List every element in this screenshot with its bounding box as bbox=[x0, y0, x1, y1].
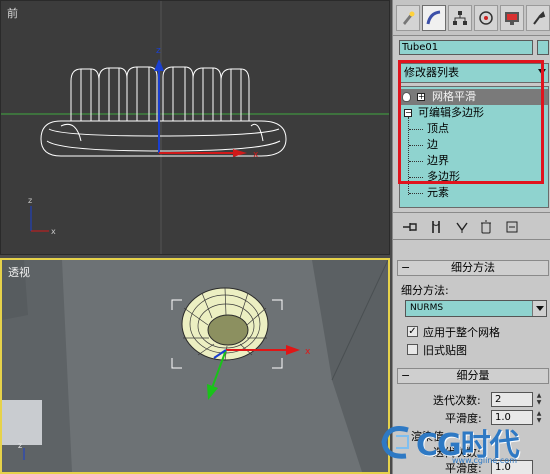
gizmo-z-arrow[interactable] bbox=[154, 59, 164, 71]
collapse-minus-icon: − bbox=[401, 369, 411, 382]
persp-gizmo-y-arrow[interactable] bbox=[207, 384, 218, 400]
create-icon[interactable] bbox=[396, 5, 420, 31]
configure-modifier-sets-icon[interactable] bbox=[503, 219, 521, 235]
utilities-icon[interactable] bbox=[526, 5, 550, 31]
persp-gizmo-x-arrow[interactable] bbox=[286, 345, 300, 355]
make-unique-icon[interactable] bbox=[453, 219, 471, 235]
stack-item-mesh-smooth[interactable]: + 网格平滑 bbox=[400, 89, 548, 105]
front-viewport-canvas: x z z x bbox=[1, 1, 389, 254]
front-axis-tripod: z x bbox=[28, 196, 56, 236]
svg-text:z: z bbox=[18, 441, 22, 450]
render-smoothness-spinner[interactable]: 1.0 bbox=[491, 460, 533, 474]
command-panel: Tube01 修改器列表 + 网格平滑 − 可编辑多边形 顶点 边 边界 多边形… bbox=[392, 0, 550, 474]
object-name-field[interactable]: Tube01 bbox=[399, 40, 533, 55]
sub-object-label: 多边形 bbox=[427, 170, 460, 183]
modifier-list-label: 修改器列表 bbox=[404, 66, 459, 79]
stack-toolbar bbox=[393, 212, 550, 240]
method-label: 细分方法: bbox=[401, 284, 449, 297]
front-viewport-label[interactable]: 前 bbox=[7, 5, 18, 21]
collapse-minus-icon: − bbox=[401, 261, 411, 274]
display-icon[interactable] bbox=[500, 5, 524, 31]
subdivision-method-rollout: − 细分方法 细分方法: NURMS ✓ 应用于整个网格 旧式贴图 bbox=[397, 260, 549, 370]
iterations-label: 迭代次数: bbox=[433, 394, 481, 407]
perspective-viewport-canvas: x z bbox=[2, 260, 388, 472]
sub-object-polygon[interactable]: 多边形 bbox=[400, 169, 548, 185]
smoothness-spinner[interactable]: 1.0 bbox=[491, 410, 533, 425]
apply-whole-mesh-label: 应用于整个网格 bbox=[423, 326, 500, 339]
perspective-viewport[interactable]: x z 透视 bbox=[0, 258, 390, 474]
perspective-viewport-label[interactable]: 透视 bbox=[8, 264, 30, 280]
sub-object-element[interactable]: 元素 bbox=[400, 185, 548, 201]
apply-whole-mesh-checkbox[interactable]: ✓ bbox=[407, 326, 418, 337]
sub-object-label: 边界 bbox=[427, 154, 449, 167]
iterations-spinner[interactable]: 2 bbox=[491, 392, 533, 407]
sub-object-border[interactable]: 边界 bbox=[400, 153, 548, 169]
object-color-swatch[interactable] bbox=[537, 40, 549, 55]
render-values-label: 渲染值 bbox=[411, 430, 444, 443]
collapse-minus-icon[interactable]: − bbox=[404, 109, 412, 117]
render-iterations-label: 迭代次数: bbox=[433, 446, 481, 459]
rollout-header[interactable]: − 细分量 bbox=[397, 368, 549, 384]
svg-text:x: x bbox=[253, 150, 259, 160]
stack-item-label: 可编辑多边形 bbox=[418, 106, 484, 119]
front-viewport[interactable]: x z z x 前 bbox=[0, 0, 390, 255]
sub-object-label: 顶点 bbox=[427, 122, 449, 135]
sub-object-vertex[interactable]: 顶点 bbox=[400, 121, 548, 137]
subdivision-method-select[interactable]: NURMS bbox=[405, 300, 547, 317]
stack-item-editable-poly[interactable]: − 可编辑多边形 bbox=[400, 105, 548, 121]
chevron-down-icon bbox=[532, 301, 546, 316]
spinner-arrows-icon[interactable]: ▲ ▼ bbox=[535, 410, 543, 425]
floor-patch bbox=[2, 400, 42, 445]
spinner-arrows-icon[interactable]: ▲ ▼ bbox=[535, 392, 543, 407]
svg-text:z: z bbox=[28, 196, 32, 205]
svg-text:x: x bbox=[305, 347, 311, 357]
old-style-mapping-label: 旧式贴图 bbox=[423, 344, 467, 357]
modifier-list-dropdown[interactable]: 修改器列表 bbox=[399, 63, 549, 83]
tube-wireframe-front bbox=[40, 66, 287, 157]
stack-item-label: 网格平滑 bbox=[432, 90, 476, 103]
subdivision-amount-rollout: − 细分量 迭代次数: 2 ▲ ▼ 平滑度: 1.0 ▲ ▼ 渲染值 迭代次数: 平… bbox=[397, 368, 549, 474]
old-style-mapping-checkbox[interactable] bbox=[407, 344, 418, 355]
rollout-header[interactable]: − 细分方法 bbox=[397, 260, 549, 276]
motion-icon[interactable] bbox=[474, 5, 498, 31]
remove-modifier-icon[interactable] bbox=[477, 219, 495, 235]
rollout-title: 细分方法 bbox=[451, 261, 495, 274]
expand-plus-icon[interactable]: + bbox=[417, 93, 425, 101]
modifier-stack[interactable]: + 网格平滑 − 可编辑多边形 顶点 边 边界 多边形 元素 bbox=[399, 86, 549, 208]
lightbulb-icon[interactable] bbox=[402, 92, 411, 102]
render-smoothness-label: 平滑度: bbox=[445, 462, 482, 474]
sub-object-label: 边 bbox=[427, 138, 438, 151]
pin-stack-icon[interactable] bbox=[401, 219, 419, 235]
show-end-result-icon[interactable] bbox=[427, 219, 445, 235]
svg-text:x: x bbox=[51, 227, 56, 236]
command-panel-tabs bbox=[393, 0, 550, 36]
sub-object-edge[interactable]: 边 bbox=[400, 137, 548, 153]
modify-icon[interactable] bbox=[422, 5, 446, 31]
hierarchy-icon[interactable] bbox=[448, 5, 472, 31]
chevron-down-icon bbox=[538, 69, 546, 75]
select-value: NURMS bbox=[410, 303, 444, 313]
sub-object-label: 元素 bbox=[427, 186, 449, 199]
rollout-title: 细分量 bbox=[456, 369, 490, 382]
3dsmax-workspace: x z z x 前 x z 透视 Tube01 修改器列表 + 网格平滑 − 可… bbox=[0, 0, 550, 474]
smoothness-label: 平滑度: bbox=[445, 412, 482, 425]
svg-text:z: z bbox=[156, 46, 161, 56]
